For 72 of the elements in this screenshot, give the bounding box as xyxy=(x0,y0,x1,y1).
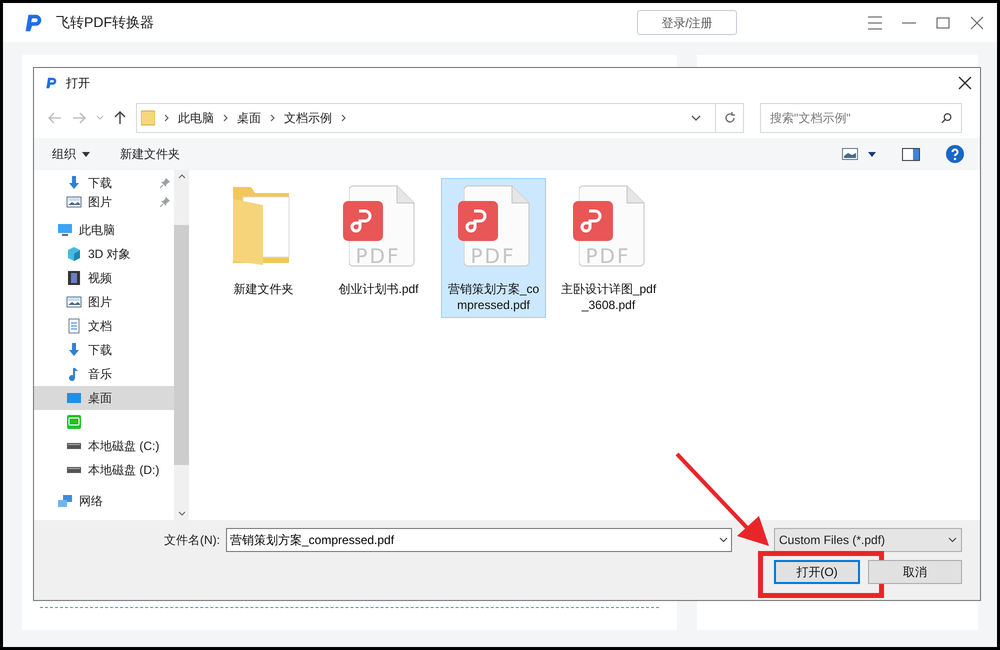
folder-icon xyxy=(141,110,155,126)
nav-item[interactable]: 本地磁盘 (C:) xyxy=(34,434,174,458)
nav-item[interactable]: 图片 xyxy=(34,192,174,212)
file-name: 营销策划方案_compressed.pdf xyxy=(446,281,540,313)
view-icon[interactable] xyxy=(842,148,858,160)
nav-item[interactable]: 此电脑 xyxy=(34,218,174,242)
refresh-icon xyxy=(724,112,736,124)
picture-icon xyxy=(66,294,82,310)
chevron-down-icon xyxy=(948,537,957,543)
cube-icon xyxy=(66,246,82,262)
nav-item[interactable]: 下载 xyxy=(34,338,174,362)
file-name-field[interactable]: 营销策划方案_compressed.pdf xyxy=(226,528,732,552)
download-arrow-icon xyxy=(66,174,82,191)
app-title: 飞转PDF转换器 xyxy=(56,13,154,32)
drive-icon xyxy=(66,466,82,473)
file-name-label: 文件名(N): xyxy=(164,532,221,549)
search-field[interactable]: 搜索"文档示例" xyxy=(760,103,962,133)
nav-item[interactable]: 视频 xyxy=(34,266,174,290)
open-button[interactable]: 打开(O) xyxy=(774,560,860,584)
new-folder-button[interactable]: 新建文件夹 xyxy=(120,145,180,163)
app-icon xyxy=(66,414,82,430)
chevron-down-icon[interactable] xyxy=(719,537,728,543)
monitor-icon xyxy=(57,222,73,238)
download-arrow-icon xyxy=(66,342,82,358)
help-icon[interactable] xyxy=(946,145,964,163)
nav-item[interactable]: 桌面 xyxy=(34,386,174,410)
breadcrumb-item[interactable]: 文档示例 xyxy=(284,109,332,127)
login-register-button[interactable]: 登录/注册 xyxy=(637,10,737,35)
scrollbar-thumb[interactable] xyxy=(174,225,189,465)
nav-item[interactable]: 文档 xyxy=(34,314,174,338)
organize-menu[interactable]: 组织 xyxy=(52,145,90,163)
search-input[interactable]: 搜索"文档示例" xyxy=(770,109,941,127)
chevron-right-icon xyxy=(223,114,228,122)
nav-item[interactable]: 网络 xyxy=(34,488,174,513)
nav-item[interactable]: 3D 对象 xyxy=(34,242,174,266)
chevron-right-icon xyxy=(164,114,169,122)
dropdown-triangle-icon[interactable] xyxy=(868,152,876,156)
document-icon xyxy=(66,318,82,334)
scrollbar[interactable] xyxy=(174,170,189,520)
picture-icon xyxy=(66,194,82,210)
scroll-down-icon[interactable] xyxy=(178,511,186,516)
maximize-icon[interactable] xyxy=(935,16,951,30)
up-arrow-icon[interactable] xyxy=(114,111,126,125)
chevron-down-icon[interactable] xyxy=(691,115,701,121)
nav-item[interactable]: 下载 xyxy=(34,173,174,192)
close-icon[interactable] xyxy=(969,14,985,30)
file-type-dropdown[interactable]: Custom Files (*.pdf) xyxy=(774,528,962,552)
nav-item[interactable]: 本地磁盘 (D:) xyxy=(34,458,174,482)
search-icon xyxy=(940,112,952,124)
cancel-button[interactable]: 取消 xyxy=(868,560,962,584)
nav-item[interactable]: 音乐 xyxy=(34,362,174,386)
chevron-right-icon xyxy=(270,114,275,122)
scroll-up-icon[interactable] xyxy=(178,174,186,179)
dialog-logo-icon xyxy=(44,76,58,90)
file-name: 创业计划书.pdf xyxy=(337,281,420,297)
chevron-right-icon xyxy=(341,114,346,122)
address-bar[interactable]: 此电脑 桌面 文档示例 xyxy=(136,103,744,133)
file-name-input[interactable]: 营销策划方案_compressed.pdf xyxy=(230,531,719,549)
breadcrumb-item[interactable]: 此电脑 xyxy=(178,109,214,127)
nav-item[interactable]: 图片 xyxy=(34,290,174,314)
dialog-title: 打开 xyxy=(66,75,90,92)
file-item[interactable]: 新建文件夹 xyxy=(211,178,316,302)
file-name: 主卧设计详图_pdf_3608.pdf xyxy=(560,281,658,313)
dropdown-triangle-icon xyxy=(82,152,90,156)
network-icon xyxy=(57,492,73,509)
film-icon xyxy=(66,270,82,286)
file-name: 新建文件夹 xyxy=(232,281,294,297)
preview-pane-icon[interactable] xyxy=(902,148,920,160)
menu-icon[interactable] xyxy=(867,16,883,30)
breadcrumb-item[interactable]: 桌面 xyxy=(237,109,261,127)
drive-icon xyxy=(66,442,82,449)
close-icon[interactable] xyxy=(958,76,972,90)
